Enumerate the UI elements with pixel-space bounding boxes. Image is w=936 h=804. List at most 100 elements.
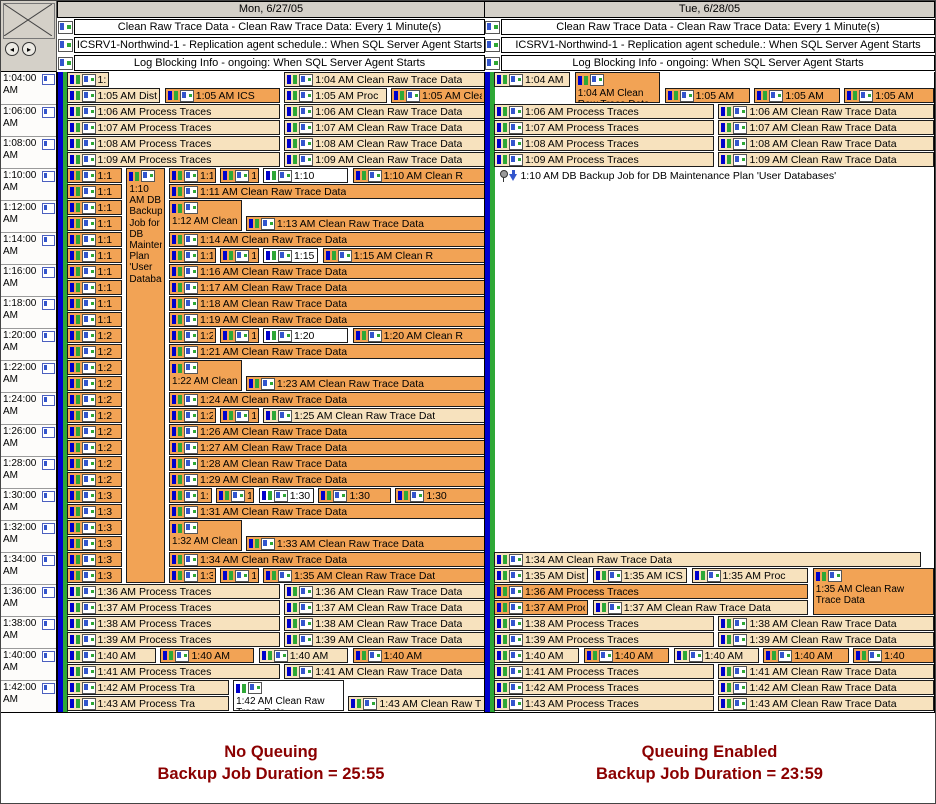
allday-banner[interactable]: Clean Raw Trace Data - Clean Raw Trace D… xyxy=(57,18,485,36)
event[interactable]: 1:37 AM Proc xyxy=(493,600,589,615)
event[interactable]: 1:2 xyxy=(66,344,123,359)
event[interactable]: 1:38 AM Clean Raw Trace Data xyxy=(284,616,485,631)
event[interactable]: 1:42 AM Process Tra xyxy=(66,680,229,695)
event[interactable]: 1:09 AM Process Traces xyxy=(493,152,714,167)
event[interactable]: 1:26 AM Clean Raw Trace Data xyxy=(169,424,485,439)
event[interactable]: 1:3 xyxy=(66,552,123,567)
event[interactable]: 1:30 xyxy=(169,488,212,503)
event[interactable]: 1:04 AM Clean Raw Trace Data xyxy=(574,72,661,103)
event[interactable]: 1:06 AM Clean Raw Trace Data xyxy=(284,104,485,119)
event[interactable]: 1:39 AM Clean Raw Trace Data xyxy=(284,632,485,647)
event[interactable]: 1:3 xyxy=(66,504,123,519)
event[interactable]: 1:07 AM Process Traces xyxy=(493,120,714,135)
event[interactable]: 1:40 AM xyxy=(160,648,255,663)
event[interactable]: 1:22 AM Clean xyxy=(169,360,242,391)
event[interactable]: 1:1 xyxy=(66,296,123,311)
event[interactable]: 1:08 AM Process Traces xyxy=(493,136,714,151)
event[interactable]: 1:12 AM Clean xyxy=(169,200,242,231)
event[interactable]: 1:04 AM xyxy=(493,72,571,87)
event[interactable]: 1:15 xyxy=(262,248,319,263)
event[interactable]: 1:06 AM Clean Raw Trace Data xyxy=(718,104,934,119)
event[interactable]: 1:2 xyxy=(66,408,123,423)
event[interactable]: 1:35 AM Dist xyxy=(493,568,589,583)
event[interactable]: 1:20 xyxy=(262,328,349,343)
event[interactable]: 1:1 xyxy=(66,248,123,263)
event[interactable]: 1:35 AM Clean Raw Trace Data xyxy=(812,568,934,615)
event[interactable]: 1:04 AM xyxy=(66,72,110,87)
event[interactable]: 1:40 AM xyxy=(66,648,157,663)
event[interactable]: 1:40 xyxy=(853,648,934,663)
event[interactable]: 1:10 xyxy=(262,168,349,183)
event[interactable]: 1:38 AM Clean Raw Trace Data xyxy=(718,616,934,631)
event[interactable]: 1:34 AM Clean Raw Trace Data xyxy=(493,552,921,567)
event[interactable]: 1:40 AM xyxy=(352,648,485,663)
event[interactable]: 1:23 AM Clean Raw Trace Data xyxy=(245,376,485,391)
event[interactable]: 1:35 xyxy=(169,568,216,583)
prev-button[interactable]: ◂ xyxy=(5,42,19,56)
allday-banner[interactable]: Log Blocking Info - ongoing: When SQL Se… xyxy=(484,54,935,72)
event[interactable]: 1:05 AM Proc xyxy=(284,88,387,103)
event[interactable]: 1:05 AM Dist xyxy=(66,88,161,103)
allday-banner[interactable]: ICSRV1-Northwind-1 - Replication agent s… xyxy=(484,36,935,54)
event[interactable]: 1:3 xyxy=(66,536,123,551)
event[interactable]: 1:39 AM Clean Raw Trace Data xyxy=(718,632,934,647)
event[interactable]: 1:40 AM xyxy=(673,648,759,663)
event[interactable]: 1:14 AM Clean Raw Trace Data xyxy=(169,232,485,247)
event[interactable]: 1:42 AM Process Traces xyxy=(493,680,714,695)
event[interactable]: 1:37 AM Process Traces xyxy=(66,600,281,615)
event[interactable]: 1:28 AM Clean Raw Trace Data xyxy=(169,456,485,471)
event[interactable]: 1:40 AM xyxy=(258,648,349,663)
event[interactable]: 1:43 AM Process Tra xyxy=(66,696,229,711)
event[interactable]: 1:10 xyxy=(169,168,216,183)
event[interactable]: 1:09 AM Clean Raw Trace Data xyxy=(718,152,934,167)
event[interactable]: 1:3 xyxy=(66,520,123,535)
event[interactable]: 1:24 AM Clean Raw Trace Data xyxy=(169,392,485,407)
event[interactable]: 1:36 AM Process Traces xyxy=(493,584,809,599)
event[interactable]: 1:41 AM Process Traces xyxy=(66,664,281,679)
event[interactable]: 1:39 AM Process Traces xyxy=(66,632,281,647)
event[interactable]: 1:04 AM Clean Raw Trace Data xyxy=(284,72,485,87)
allday-banner[interactable]: ICSRV1-Northwind-1 - Replication agent s… xyxy=(57,36,485,54)
event[interactable]: 1:15 AM Clean R xyxy=(322,248,485,263)
event[interactable]: 1:43 AM Process Traces xyxy=(493,696,714,711)
event[interactable]: 1:40 AM xyxy=(493,648,580,663)
event[interactable]: 1:40 AM xyxy=(583,648,670,663)
event[interactable]: 1:2 xyxy=(66,456,123,471)
event[interactable]: 1:20 xyxy=(169,328,216,343)
event[interactable]: 1:20 AM Clean R xyxy=(352,328,485,343)
event[interactable]: 1:38 AM Process Traces xyxy=(66,616,281,631)
event[interactable]: 1:08 AM Clean Raw Trace Data xyxy=(284,136,485,151)
event[interactable]: 1:42 AM Clean Raw Trace Data xyxy=(718,680,934,695)
event[interactable]: 1:07 AM Process Traces xyxy=(66,120,281,135)
event[interactable]: 1:05 AM xyxy=(754,88,840,103)
event[interactable]: 1:08 AM Process Traces xyxy=(66,136,281,151)
event[interactable]: 1:07 AM Clean Raw Trace Data xyxy=(284,120,485,135)
event[interactable]: 1:10 AM DB Backup Job for DB Maintenance… xyxy=(498,168,929,183)
event[interactable]: 1:30 xyxy=(318,488,392,503)
event[interactable]: 1:38 AM Process Traces xyxy=(493,616,714,631)
event[interactable]: 1:06 AM Process Traces xyxy=(66,104,281,119)
event[interactable]: 1:43 AM Clean Raw Trace Data xyxy=(718,696,934,711)
event[interactable]: 1:3 xyxy=(215,488,255,503)
event[interactable]: 1:2 xyxy=(66,376,123,391)
event[interactable]: 1:21 AM Clean Raw Trace Data xyxy=(169,344,485,359)
event[interactable]: 1:10 AM DB Backup Job for DB Maintenance… xyxy=(126,168,165,583)
event[interactable]: 1:29 AM Clean Raw Trace Data xyxy=(169,472,485,487)
event[interactable]: 1:31 AM Clean Raw Trace Data xyxy=(169,504,485,519)
next-button[interactable]: ▸ xyxy=(22,42,36,56)
event[interactable]: 1:05 AM Clea xyxy=(391,88,485,103)
event[interactable]: 1:39 AM Process Traces xyxy=(493,632,714,647)
event[interactable]: 1:34 AM Clean Raw Trace Data xyxy=(169,552,485,567)
event[interactable]: 1:2 xyxy=(220,328,259,343)
day-header-mon[interactable]: Mon, 6/27/05 xyxy=(57,1,485,18)
event[interactable]: 1:27 AM Clean Raw Trace Data xyxy=(169,440,485,455)
event[interactable]: 1:1 xyxy=(66,200,123,215)
event[interactable]: 1:17 AM Clean Raw Trace Data xyxy=(169,280,485,295)
event[interactable]: 1:1 xyxy=(66,184,123,199)
event[interactable]: 1:1 xyxy=(66,216,123,231)
event[interactable]: 1:2 xyxy=(66,440,123,455)
event[interactable]: 1:1 xyxy=(66,312,123,327)
event[interactable]: 1:3 xyxy=(220,568,259,583)
event[interactable]: 1:32 AM Clean xyxy=(169,520,242,551)
event[interactable]: 1:2 xyxy=(66,472,123,487)
